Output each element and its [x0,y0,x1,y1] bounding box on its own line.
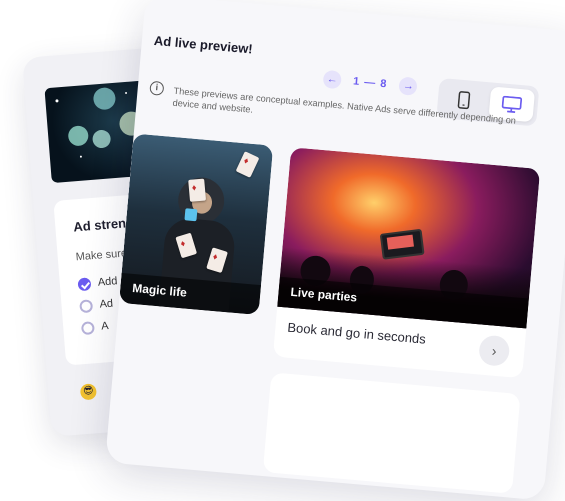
checklist-item-label: A [101,320,109,333]
checklist-item[interactable]: A [81,317,110,337]
checklist-item-label: Ad [99,298,113,311]
card-caption: Magic life [132,281,188,300]
phone-icon [457,91,471,110]
panel-title: Ad live preview! [153,33,253,57]
pager-range-end: 8 [380,78,388,91]
ad-preview-card[interactable]: Live parties Book and go in seconds › [273,147,540,378]
checklist-item[interactable]: Ad [79,295,114,316]
card-caption: Live parties [290,285,358,305]
card-headline: Book and go in seconds [287,320,427,347]
arrow-right-icon[interactable]: → [399,76,419,96]
pager-separator: — [364,76,377,89]
empty-circle-icon [81,321,95,335]
chevron-right-icon[interactable]: › [478,334,511,367]
empty-circle-icon [79,299,93,313]
checklist-item-label: Add [97,275,117,288]
ad-preview-card[interactable]: Magic life [119,133,273,315]
desktop-icon [501,95,522,114]
ad-live-preview-panel: Ad live preview! ← 1 — 8 → i These previ… [105,0,565,501]
ad-strength-hint: Make sure [75,247,127,263]
check-circle-icon [77,277,91,291]
preview-pager: ← 1 — 8 → [323,70,419,96]
ad-preview-card-placeholder [263,372,521,493]
sunglasses-emoji-icon: 😎 [80,383,97,400]
checklist-item[interactable]: Add [77,272,118,293]
arrow-left-icon[interactable]: ← [323,70,343,90]
info-icon: i [149,81,164,96]
pager-range-start: 1 [353,75,361,88]
pager-count: 1 — 8 [353,75,388,90]
